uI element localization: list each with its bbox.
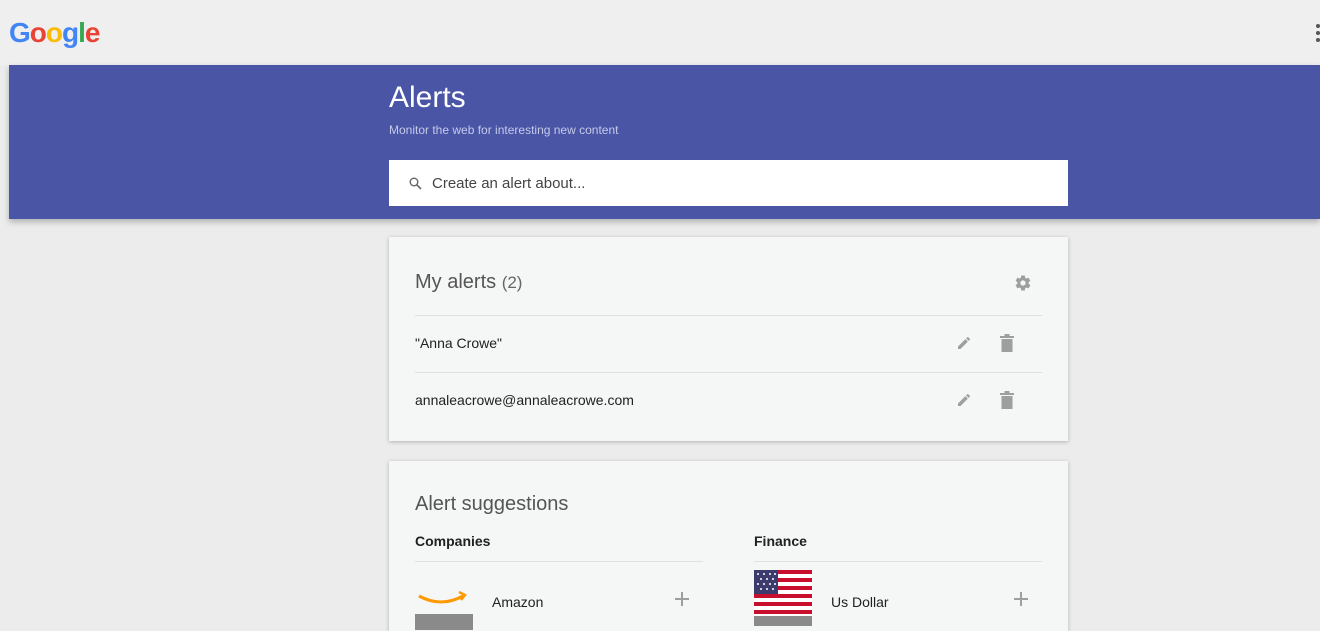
suggestion-name: Amazon [492,594,544,610]
header-banner: Alerts Monitor the web for interesting n… [9,65,1320,219]
suggestions-title: Alert suggestions [415,493,569,515]
logo-letter: l [78,17,86,48]
alert-row[interactable]: annaleacrowe@annaleacrowe.com [415,372,1042,429]
page-title: Alerts [389,81,466,114]
logo-letter: g [62,17,79,48]
suggestion-item[interactable]: Us Dollar [754,562,1042,626]
page-subtitle: Monitor the web for interesting new cont… [389,123,619,137]
top-bar: Google [0,0,1320,65]
suggestion-column-companies: Companies Amazon [415,533,703,630]
pencil-icon[interactable] [956,392,972,408]
us-flag-icon [754,570,812,626]
search-box[interactable] [389,160,1068,206]
trash-icon[interactable] [1000,334,1014,352]
more-options-icon[interactable] [1316,24,1320,42]
gear-icon[interactable] [1014,274,1032,292]
trash-icon[interactable] [1000,391,1014,409]
logo-letter: o [29,17,47,48]
search-icon [408,176,422,190]
google-logo[interactable]: Google [9,15,101,51]
suggestion-name: Us Dollar [831,594,889,610]
alert-row[interactable]: "Anna Crowe" [415,315,1042,372]
suggestion-column-finance: Finance Us Dollar [754,533,1042,626]
my-alerts-heading: My alerts (2) [415,271,522,294]
alert-suggestions-card: Alert suggestions Companies Amazon Finan… [389,461,1068,631]
column-heading: Companies [415,533,703,562]
plus-icon[interactable] [675,592,689,606]
my-alerts-title: My alerts [415,271,497,293]
pencil-icon[interactable] [956,335,972,351]
search-input[interactable] [430,173,1054,193]
alerts-count: (2) [501,273,523,292]
amazon-logo-icon [415,574,473,630]
my-alerts-card: My alerts (2) "Anna Crowe" annaleacrowe@… [389,237,1068,441]
logo-letter: e [84,17,101,48]
column-heading: Finance [754,533,1042,562]
suggestion-item[interactable]: Amazon [415,562,703,630]
logo-letter: o [45,17,63,48]
logo-letter: G [9,17,31,48]
plus-icon[interactable] [1014,592,1028,606]
alert-query: "Anna Crowe" [415,335,502,351]
alert-query: annaleacrowe@annaleacrowe.com [415,392,634,408]
